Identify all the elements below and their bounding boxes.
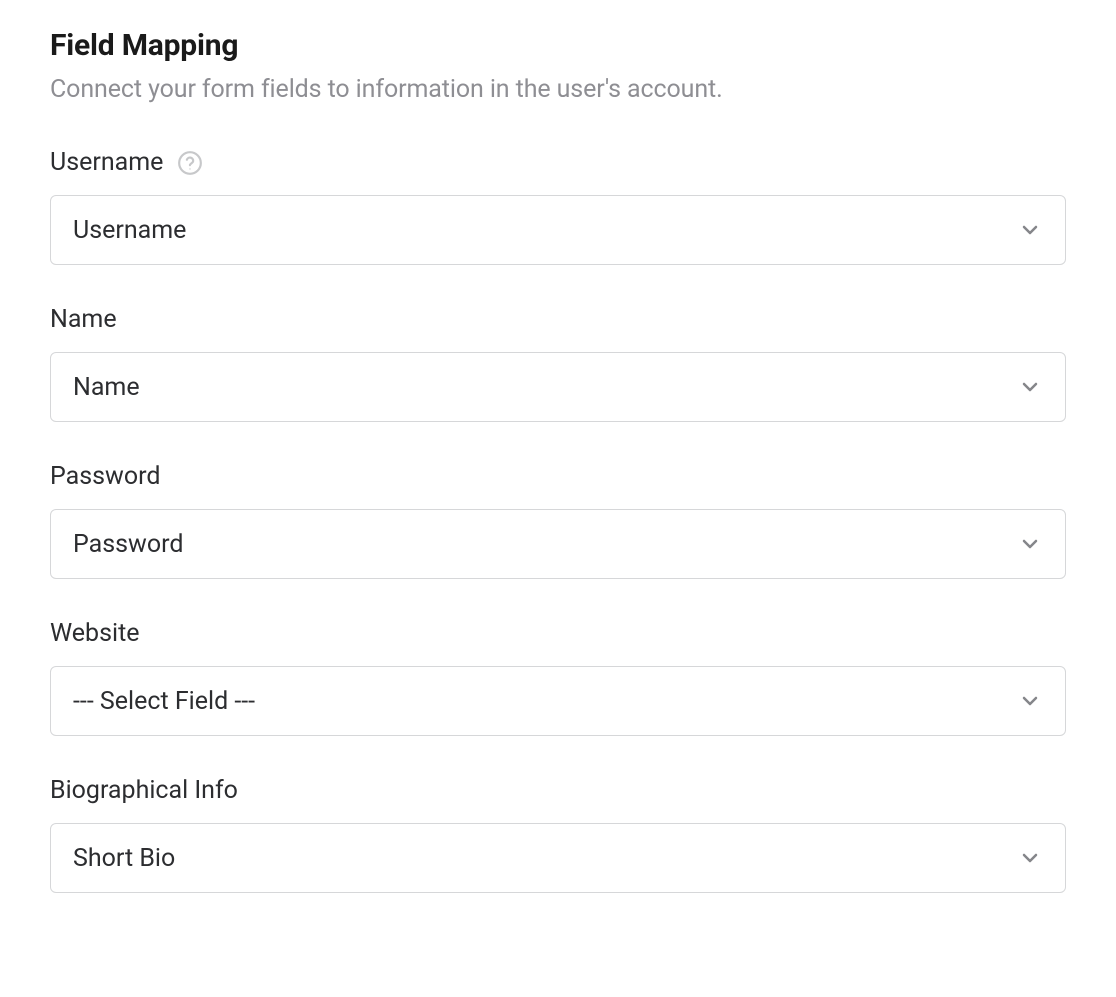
select-name[interactable]: Name bbox=[50, 352, 1066, 422]
select-website[interactable]: --- Select Field --- bbox=[50, 666, 1066, 736]
select-value: Username bbox=[73, 216, 186, 245]
select-value: Name bbox=[73, 373, 140, 402]
field-group-password: Password Password bbox=[50, 462, 1066, 579]
field-label-password: Password bbox=[50, 462, 160, 491]
field-label-username: Username bbox=[50, 148, 163, 177]
select-value: Password bbox=[73, 530, 183, 559]
section-subtitle: Connect your form fields to information … bbox=[50, 75, 1066, 104]
select-password[interactable]: Password bbox=[50, 509, 1066, 579]
help-icon[interactable] bbox=[177, 150, 203, 176]
field-label-row: Username bbox=[50, 148, 1066, 177]
field-label-row: Name bbox=[50, 305, 1066, 334]
select-bio[interactable]: Short Bio bbox=[50, 823, 1066, 893]
field-label-name: Name bbox=[50, 305, 117, 334]
chevron-down-icon bbox=[1017, 374, 1043, 400]
field-label-website: Website bbox=[50, 619, 140, 648]
field-group-website: Website --- Select Field --- bbox=[50, 619, 1066, 736]
select-value: --- Select Field --- bbox=[73, 687, 255, 716]
field-label-bio: Biographical Info bbox=[50, 776, 238, 805]
field-group-bio: Biographical Info Short Bio bbox=[50, 776, 1066, 893]
chevron-down-icon bbox=[1017, 688, 1043, 714]
select-username[interactable]: Username bbox=[50, 195, 1066, 265]
field-label-row: Website bbox=[50, 619, 1066, 648]
field-group-name: Name Name bbox=[50, 305, 1066, 422]
chevron-down-icon bbox=[1017, 845, 1043, 871]
field-group-username: Username Username bbox=[50, 148, 1066, 265]
field-label-row: Biographical Info bbox=[50, 776, 1066, 805]
field-label-row: Password bbox=[50, 462, 1066, 491]
chevron-down-icon bbox=[1017, 531, 1043, 557]
chevron-down-icon bbox=[1017, 217, 1043, 243]
section-title: Field Mapping bbox=[50, 28, 1066, 63]
select-value: Short Bio bbox=[73, 844, 175, 873]
